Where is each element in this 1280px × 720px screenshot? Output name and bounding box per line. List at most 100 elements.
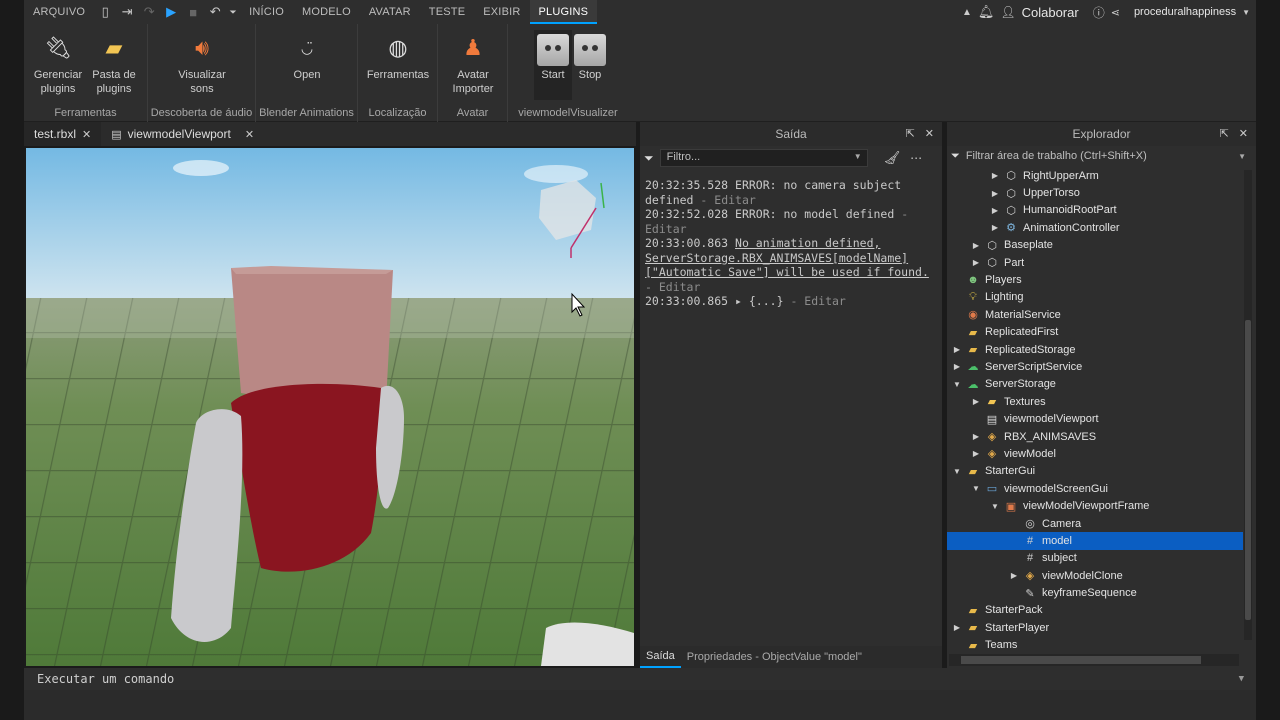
explorer-row[interactable]: # subject [947,550,1243,567]
explorer-row[interactable]: ▶ ☁ ServerScriptService [947,358,1243,375]
explorer-row[interactable]: 💡︎ Lighting [947,289,1243,306]
horizontal-scrollbar[interactable] [949,654,1239,666]
start-button[interactable]: Start [534,30,572,100]
collapsed-arrow-icon[interactable]: ▶ [970,241,982,250]
command-bar[interactable]: Executar um comando ▼ [24,668,1256,690]
more-options-icon[interactable]: ⋯ [910,151,922,165]
localization-tools-button[interactable]: ◍ Ferramentas [364,32,432,82]
collapse-ribbon-icon[interactable]: ▲ [962,7,972,18]
visualize-sounds-button[interactable]: 🔊︎ Visualizar sons [170,32,234,96]
tab-test-rbxl[interactable]: test.rbxl ✕ [24,122,102,146]
explorer-row[interactable]: ▶ ▰ StarterPlayer [947,619,1243,636]
collapsed-arrow-icon[interactable]: ▶ [951,345,963,354]
collapsed-arrow-icon[interactable]: ▶ [970,432,982,441]
explorer-row[interactable]: ▶ ▰ Textures [947,393,1243,410]
stop-button[interactable]: Stop [572,34,608,82]
explorer-row[interactable]: ▶ ⬡ UpperTorso [947,184,1243,201]
redo-arrow-icon[interactable]: ↷ [138,0,160,24]
collapsed-arrow-icon[interactable]: ▶ [989,171,1001,180]
stop-icon[interactable]: ■ [182,0,204,24]
chevron-down-icon[interactable]: ▼ [1238,152,1246,161]
collapsed-arrow-icon[interactable]: ▶ [989,189,1001,198]
publish-icon[interactable]: ⇥ [116,0,138,24]
tab-viewmodel-viewport[interactable]: ▤ viewmodelViewport ✕ [101,122,264,146]
explorer-row[interactable]: ▶ ◈ viewModelClone [947,567,1243,584]
explorer-row[interactable]: ▶ ▰ ReplicatedStorage [947,341,1243,358]
collaborate-icon[interactable]: 👤︎ [1000,5,1015,19]
filter-icon[interactable]: ⏷ [951,150,960,163]
avatar-importer-button[interactable]: ♟ Avatar Importer [446,32,500,96]
play-icon[interactable]: ▶ [160,0,182,24]
close-icon[interactable]: ✕ [925,122,934,146]
tab-avatar[interactable]: AVATAR [360,0,420,24]
open-button[interactable]: ◡̈ Open [282,32,332,82]
explorer-filter-input[interactable]: Filtrar área de trabalho (Ctrl+Shift+X) [966,150,1147,162]
explorer-row[interactable]: ▰ ReplicatedFirst [947,324,1243,341]
explorer-row[interactable]: ▤ viewmodelViewport [947,410,1243,427]
undo-icon[interactable]: ↶ [204,0,226,24]
explorer-row[interactable]: ◉ MaterialService [947,306,1243,323]
collapsed-arrow-icon[interactable]: ▶ [951,623,963,632]
tab-output[interactable]: Saída [640,646,681,668]
collapsed-arrow-icon[interactable]: ▶ [1008,571,1020,580]
close-icon[interactable]: ✕ [1239,122,1248,146]
explorer-row[interactable]: ▰ StarterPack [947,602,1243,619]
explorer-row[interactable]: ▶ ◈ viewModel [947,445,1243,462]
explorer-row[interactable]: ▰ Teams [947,637,1243,654]
undock-icon[interactable]: ⇱ [906,122,915,146]
edit-link[interactable]: Editar [714,193,756,207]
vertical-scrollbar[interactable] [1244,170,1252,640]
close-icon[interactable]: ✕ [82,128,91,141]
explorer-row[interactable]: ▶ ◈ RBX_ANIMSAVES [947,428,1243,445]
edit-link[interactable]: Editar [659,280,701,294]
close-icon[interactable]: ✕ [245,128,254,141]
edit-link[interactable]: Editar [645,222,687,236]
filter-icon[interactable]: ⏷ [644,151,654,166]
username[interactable]: proceduralhappiness [1134,6,1236,18]
user-dropdown-icon[interactable]: ▼ [1242,8,1250,17]
expanded-arrow-icon[interactable]: ▼ [970,484,982,493]
notification-bell-icon[interactable]: 🔔︎ [978,4,995,20]
output-filter-input[interactable]: Filtro... ▼ [659,149,868,167]
3d-viewport[interactable] [26,148,634,666]
quick-access-dropdown-icon[interactable]: ⏷ [226,0,240,24]
new-file-icon[interactable]: ▯ [94,0,116,24]
chevron-down-icon[interactable]: ▼ [854,152,862,161]
tab-teste[interactable]: TESTE [420,0,474,24]
explorer-row[interactable]: ▶ ⬡ RightUpperArm [947,167,1243,184]
edit-link[interactable]: Editar [804,294,846,308]
tab-modelo[interactable]: MODELO [293,0,360,24]
command-input[interactable]: Executar um comando [37,672,174,686]
explorer-row[interactable]: ▼ ▰ StarterGui [947,463,1243,480]
collapsed-arrow-icon[interactable]: ▶ [951,362,963,371]
chevron-down-icon[interactable]: ▼ [1239,668,1244,690]
explorer-row[interactable]: ▶ ⚙ AnimationController [947,219,1243,236]
expanded-arrow-icon[interactable]: ▼ [989,502,1001,511]
share-icon[interactable]: ⋖ [1111,6,1120,19]
explorer-row[interactable]: ▼ ▣ viewModelViewportFrame [947,497,1243,514]
explorer-row[interactable]: ▶ ⬡ Baseplate [947,237,1243,254]
undock-icon[interactable]: ⇱ [1220,122,1229,146]
explorer-row[interactable]: ▼ ☁ ServerStorage [947,376,1243,393]
explorer-row[interactable]: ▶ ⬡ HumanoidRootPart [947,202,1243,219]
collapsed-arrow-icon[interactable]: ▶ [970,258,982,267]
explorer-row[interactable]: ▶ ⬡ Part [947,254,1243,271]
explorer-filter-row[interactable]: ⏷ Filtrar área de trabalho (Ctrl+Shift+X… [947,146,1256,166]
explorer-row[interactable]: ▼ ▭ viewmodelScreenGui [947,480,1243,497]
collapsed-arrow-icon[interactable]: ▶ [989,223,1001,232]
tab-inicio[interactable]: INÍCIO [240,0,293,24]
help-icon[interactable]: ⓘ [1093,4,1105,21]
collaborate-button[interactable]: Colaborar [1022,5,1079,20]
expanded-arrow-icon[interactable]: ▼ [951,467,963,476]
collapsed-arrow-icon[interactable]: ▶ [970,397,982,406]
explorer-row[interactable]: ☻ Players [947,271,1243,288]
collapsed-arrow-icon[interactable]: ▶ [970,449,982,458]
clear-output-broom-icon[interactable]: 🧹︎ [884,150,901,166]
manage-plugins-button[interactable]: 🔌︎ Gerenciar plugins [30,32,86,96]
menu-file[interactable]: ARQUIVO [24,0,94,24]
explorer-row[interactable]: # model [947,532,1243,550]
explorer-row[interactable]: ✎ keyframeSequence [947,584,1243,601]
expanded-arrow-icon[interactable]: ▼ [951,380,963,389]
explorer-row[interactable]: ◎ Camera [947,515,1243,532]
tab-exibir[interactable]: EXIBIR [474,0,529,24]
